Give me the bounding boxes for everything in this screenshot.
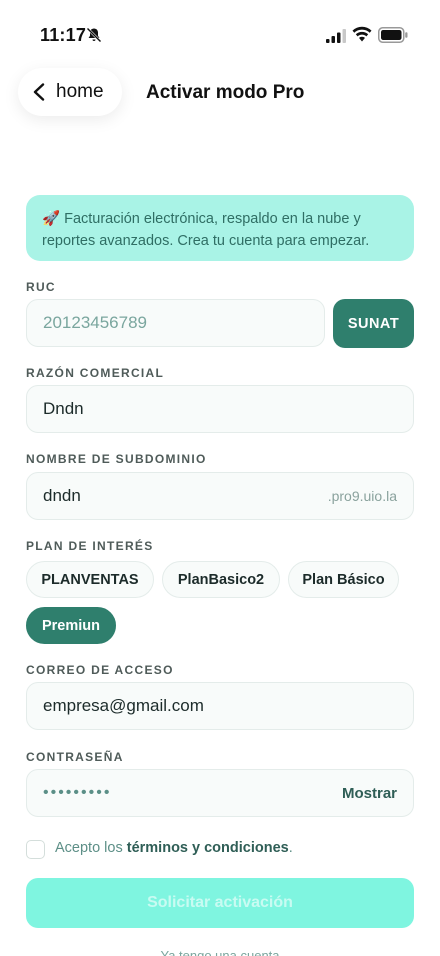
correo-value: empresa@gmail.com bbox=[43, 696, 204, 715]
chevron-left-icon bbox=[33, 83, 45, 101]
password-label: CONTRASEÑA bbox=[26, 750, 124, 764]
ruc-input[interactable]: 20123456789 bbox=[26, 299, 325, 347]
plan-label: PLAN DE INTERÉS bbox=[26, 539, 154, 553]
terms-suffix: . bbox=[288, 840, 293, 856]
terms-checkbox[interactable] bbox=[26, 840, 45, 859]
show-password-toggle[interactable]: Mostrar bbox=[342, 785, 397, 802]
plan-option-plan-basico[interactable]: Plan Básico bbox=[288, 561, 399, 598]
bell-muted-icon bbox=[86, 27, 102, 43]
rocket-icon: 🚀 bbox=[42, 211, 61, 227]
status-time: 11:17 bbox=[40, 25, 87, 45]
submit-activation-button[interactable]: Solicitar activación bbox=[26, 878, 414, 928]
subdominio-label: NOMBRE DE SUBDOMINIO bbox=[26, 452, 207, 466]
plan-option-planventas[interactable]: PLANVENTAS bbox=[26, 561, 154, 598]
cellular-signal-icon bbox=[326, 29, 346, 43]
subdominio-input[interactable]: dndn .pro9.uio.la bbox=[26, 472, 414, 520]
subdominio-value: dndn bbox=[43, 486, 81, 505]
password-value: ••••••••• bbox=[43, 784, 112, 801]
wifi-icon bbox=[352, 26, 372, 42]
subdominio-suffix: .pro9.uio.la bbox=[327, 488, 397, 504]
razon-value: Dndn bbox=[43, 399, 84, 418]
correo-label: CORREO DE ACCESO bbox=[26, 663, 174, 677]
existing-account-link[interactable]: Ya tengo una cuenta bbox=[0, 948, 440, 956]
terms-prefix: Acepto los bbox=[55, 840, 127, 856]
info-banner: 🚀 Facturación electrónica, respaldo en l… bbox=[26, 195, 414, 261]
terms-link[interactable]: términos y condiciones bbox=[127, 840, 289, 856]
razon-label: RAZÓN COMERCIAL bbox=[26, 366, 165, 380]
page-title: Activar modo Pro bbox=[146, 82, 305, 103]
banner-text: Facturación electrónica, respaldo en la … bbox=[42, 211, 370, 249]
razon-input[interactable]: Dndn bbox=[26, 385, 414, 433]
plan-option-premiun[interactable]: Premiun bbox=[26, 607, 116, 644]
status-bar: 11:17 bbox=[0, 0, 440, 70]
battery-icon bbox=[378, 27, 408, 43]
terms-text: Acepto los términos y condiciones. bbox=[55, 840, 293, 856]
plan-option-planbasico2[interactable]: PlanBasico2 bbox=[162, 561, 280, 598]
ruc-label: RUC bbox=[26, 280, 56, 294]
correo-input[interactable]: empresa@gmail.com bbox=[26, 682, 414, 730]
back-button[interactable]: home bbox=[18, 68, 122, 116]
back-label: home bbox=[56, 81, 104, 102]
sunat-button[interactable]: SUNAT bbox=[333, 299, 414, 348]
ruc-placeholder: 20123456789 bbox=[43, 313, 148, 332]
password-input[interactable]: ••••••••• Mostrar bbox=[26, 769, 414, 817]
